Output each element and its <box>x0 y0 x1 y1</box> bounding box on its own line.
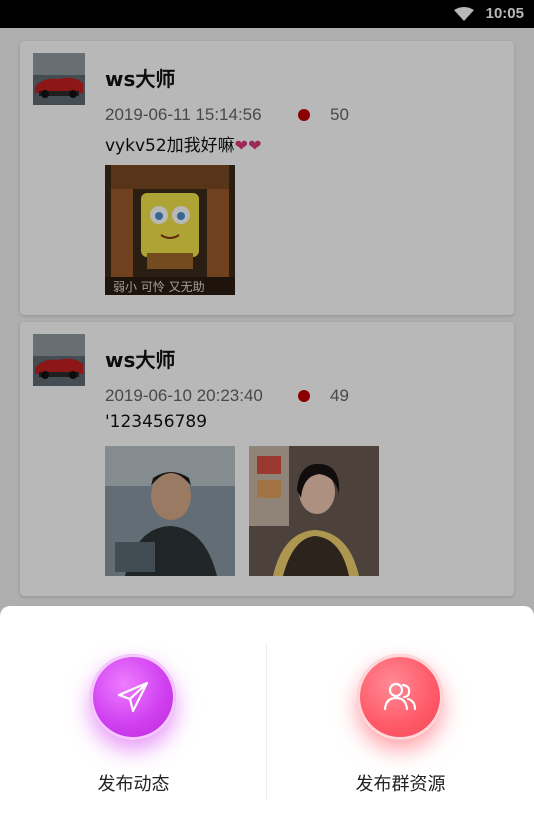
publish-bottom-sheet: 发布动态 发布群资源 <box>0 606 534 839</box>
publish-moment-circle[interactable] <box>90 654 176 740</box>
publish-group-resource-button[interactable]: 发布群资源 <box>267 606 534 839</box>
group-users-icon <box>383 682 417 711</box>
send-plane-icon <box>117 681 149 713</box>
publish-moment-button[interactable]: 发布动态 <box>0 606 267 839</box>
publish-moment-label[interactable]: 发布动态 <box>0 770 267 796</box>
publish-group-resource-circle[interactable] <box>357 654 443 740</box>
publish-group-resource-label[interactable]: 发布群资源 <box>267 770 534 796</box>
